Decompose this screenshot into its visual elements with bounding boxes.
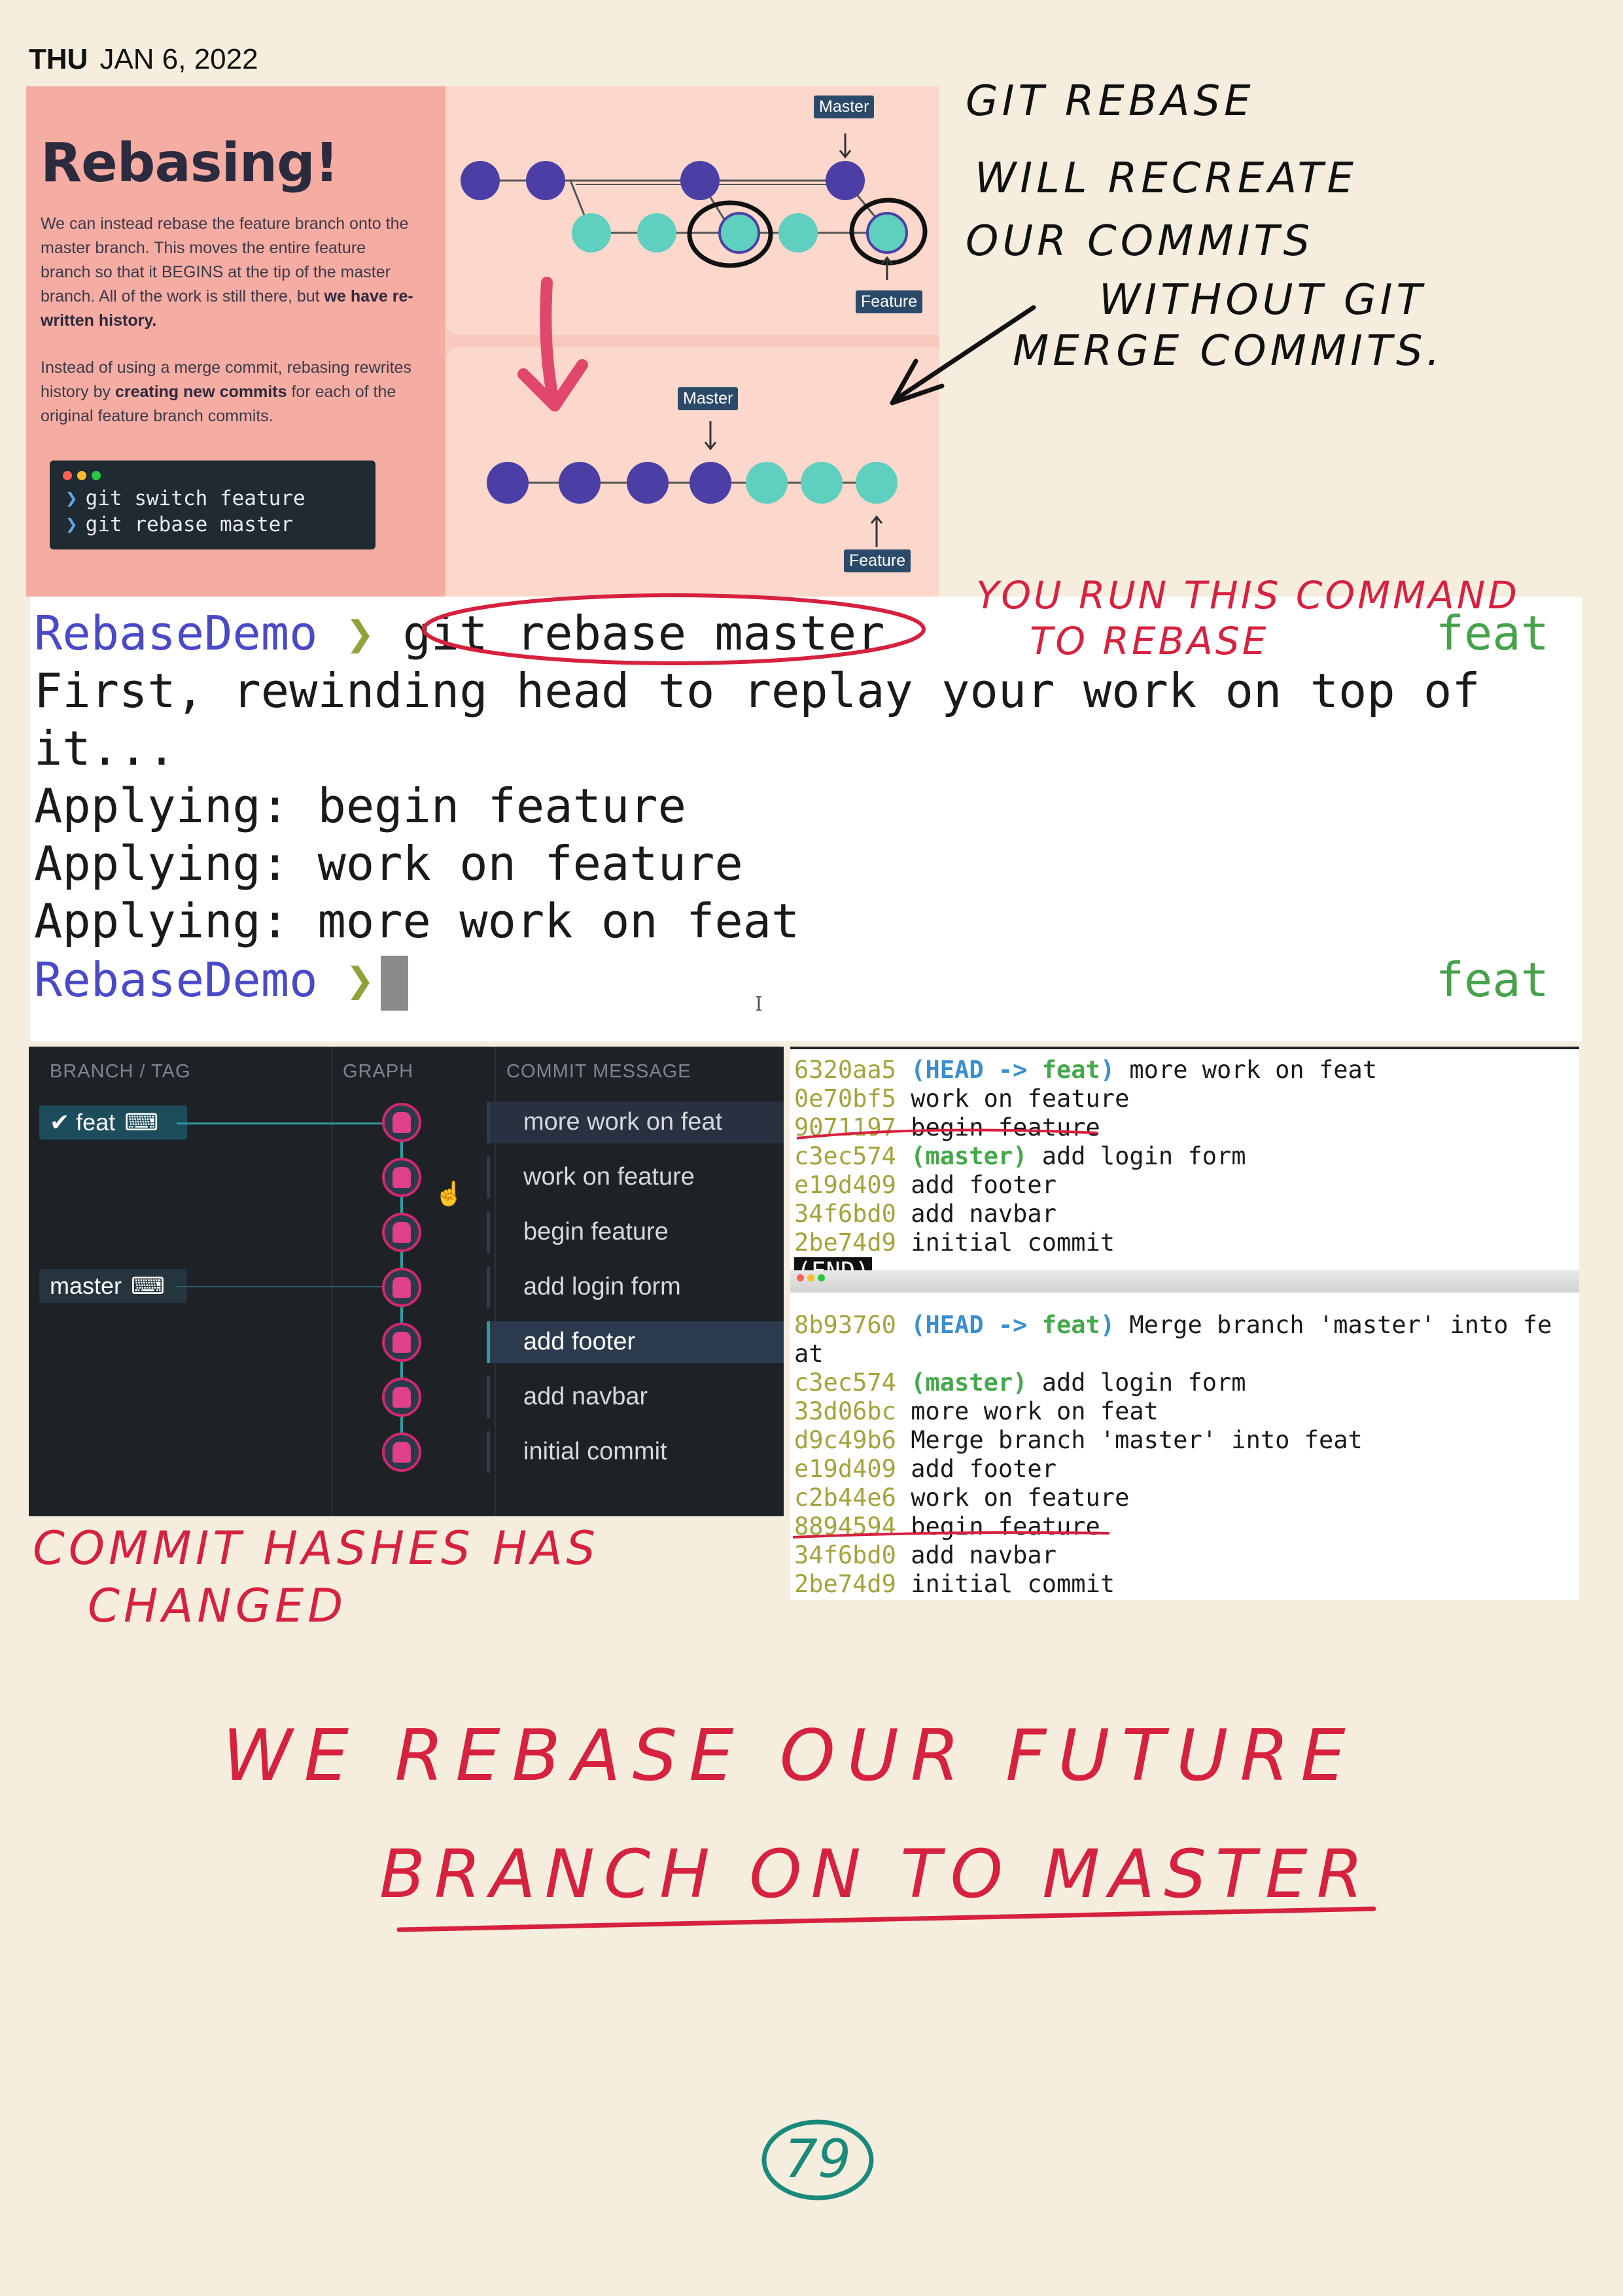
header-commit-message: COMMIT MESSAGE bbox=[506, 1061, 691, 1082]
rebased-main-1 bbox=[487, 462, 529, 504]
note-rebase-line-3: OUR COMMITS bbox=[966, 217, 1314, 266]
log-row: d9c49b6 Merge branch 'master' into feat bbox=[794, 1426, 1363, 1454]
gitkraken-graph: BRANCH / TAG GRAPH COMMIT MESSAGE ✔ feat ⌨… bbox=[29, 1047, 784, 1516]
commit-avatar[interactable] bbox=[382, 1158, 421, 1197]
commit-row[interactable]: add login form bbox=[487, 1266, 784, 1308]
commit-feature-5 bbox=[866, 212, 908, 254]
prompt-line-2[interactable]: RebaseDemo ❯ bbox=[34, 952, 409, 1011]
log-row: 6320aa5 (HEAD -> feat) more work on feat bbox=[794, 1056, 1378, 1084]
log-row: 2be74d9 initial commit bbox=[794, 1570, 1115, 1598]
commit-main-3 bbox=[680, 161, 720, 200]
note-run-line-2: TO REBASE bbox=[1030, 619, 1269, 663]
label-feature-bottom: Feature bbox=[844, 549, 911, 572]
output-line-5: Applying: more work on feat bbox=[34, 894, 800, 948]
log-row: c3ec574 (master) add login form bbox=[794, 1368, 1246, 1397]
log-row: e19d409 add footer bbox=[794, 1171, 1056, 1199]
rebased-feature-3 bbox=[856, 462, 898, 504]
note-rebase-line-1: GIT REBASE bbox=[966, 77, 1255, 126]
hand-underline-bottom bbox=[396, 1906, 1376, 1932]
note-rebase-line-4: WITHOUT GIT bbox=[1099, 276, 1426, 324]
note-rebase-line-2: WILL RECREATE bbox=[975, 154, 1357, 203]
commit-avatar[interactable] bbox=[382, 1378, 421, 1417]
rebased-feature-1 bbox=[746, 462, 788, 504]
commit-main-4 bbox=[826, 161, 865, 200]
commit-avatar[interactable] bbox=[382, 1213, 421, 1252]
git-log-with-merge: 8b93760 (HEAD -> feat) Merge branch 'mas… bbox=[790, 1293, 1579, 1600]
commit-row[interactable]: work on feature bbox=[487, 1157, 784, 1198]
minimize-icon[interactable] bbox=[807, 1274, 814, 1281]
commit-row[interactable]: begin feature bbox=[487, 1211, 784, 1253]
log-row: 0e70bf5 work on feature bbox=[794, 1085, 1130, 1113]
note-bottom-line-1: WE REBASE OUR FUTURE bbox=[222, 1715, 1357, 1797]
rebase-diagram bbox=[461, 133, 928, 547]
label-master-top: Master bbox=[814, 96, 875, 118]
output-line-4: Applying: work on feature bbox=[34, 836, 743, 891]
log-row: c2b44e6 work on feature bbox=[794, 1484, 1130, 1512]
header-branch-tag: BRANCH / TAG bbox=[50, 1061, 191, 1082]
cursor-block bbox=[381, 956, 409, 1011]
page-date: THU JAN 6, 2022 bbox=[29, 43, 258, 75]
log-row: 2be74d9 initial commit bbox=[794, 1228, 1115, 1257]
commit-feature-2 bbox=[637, 213, 676, 252]
log-row: 34f6bd0 add navbar bbox=[794, 1200, 1056, 1228]
close-icon[interactable] bbox=[797, 1274, 804, 1281]
maximize-icon[interactable] bbox=[818, 1274, 825, 1281]
commit-avatar[interactable] bbox=[382, 1103, 421, 1142]
note-rebase-line-5: MERGE COMMITS. bbox=[1013, 327, 1444, 375]
commit-row[interactable]: more work on feat bbox=[487, 1102, 784, 1143]
note-hashes-line-2: CHANGED bbox=[88, 1579, 347, 1633]
text-cursor-icon: I bbox=[755, 993, 763, 1016]
output-line-3: Applying: begin feature bbox=[34, 778, 686, 833]
commit-row[interactable]: add navbar bbox=[487, 1376, 784, 1418]
output-line-2: it... bbox=[34, 721, 176, 776]
rebased-main-3 bbox=[627, 462, 669, 504]
log-row: 8b93760 (HEAD -> feat) Merge branch 'mas… bbox=[794, 1311, 1552, 1339]
laptop-icon: ⌨ bbox=[124, 1109, 159, 1136]
branch-badge-feat[interactable]: ✔ feat ⌨ bbox=[39, 1105, 187, 1139]
hand-pointer-icon: ☝ bbox=[434, 1180, 464, 1207]
label-master-bottom: Master bbox=[678, 387, 739, 410]
pointer-arrow-icon bbox=[890, 305, 1036, 406]
log-row-wrap: at bbox=[794, 1340, 824, 1368]
check-icon: ✔ bbox=[50, 1109, 70, 1136]
commit-main-2 bbox=[526, 161, 565, 200]
commit-row-selected[interactable]: add footer bbox=[487, 1321, 784, 1363]
header-graph: GRAPH bbox=[343, 1061, 414, 1082]
commit-main-1 bbox=[461, 161, 500, 200]
window-titlebar bbox=[790, 1270, 1579, 1295]
commit-avatar[interactable] bbox=[382, 1433, 421, 1472]
note-run-line-1: YOU RUN THIS COMMAND bbox=[976, 573, 1520, 617]
hand-oval bbox=[422, 593, 926, 665]
commit-row[interactable]: initial commit bbox=[487, 1431, 784, 1473]
commit-avatar[interactable] bbox=[382, 1323, 421, 1362]
commit-feature-3 bbox=[718, 212, 760, 254]
branch-badge-master[interactable]: master ⌨ bbox=[39, 1269, 187, 1303]
laptop-icon: ⌨ bbox=[131, 1272, 165, 1299]
commit-avatar[interactable] bbox=[382, 1268, 421, 1307]
commit-feature-1 bbox=[572, 213, 611, 252]
hand-underline bbox=[792, 1531, 1110, 1539]
commit-feature-4 bbox=[778, 213, 818, 252]
rebased-feature-2 bbox=[801, 462, 843, 504]
note-hashes-line-1: COMMIT HASHES HAS bbox=[33, 1522, 599, 1575]
log-row: e19d409 add footer bbox=[794, 1455, 1056, 1483]
rebased-main-4 bbox=[689, 462, 731, 504]
hand-underline bbox=[796, 1128, 1098, 1139]
rebased-main-2 bbox=[559, 462, 601, 504]
down-arrow-icon bbox=[540, 277, 559, 406]
page-number: 79 bbox=[746, 2114, 890, 2206]
rebasing-slide: Rebasing! We can instead rebase the feat… bbox=[26, 86, 939, 597]
git-log-after-rebase: 6320aa5 (HEAD -> feat) more work on feat… bbox=[790, 1047, 1579, 1295]
branch-indicator-2: feat bbox=[1435, 952, 1549, 1007]
log-row: 33d06bc more work on feat bbox=[794, 1397, 1159, 1425]
